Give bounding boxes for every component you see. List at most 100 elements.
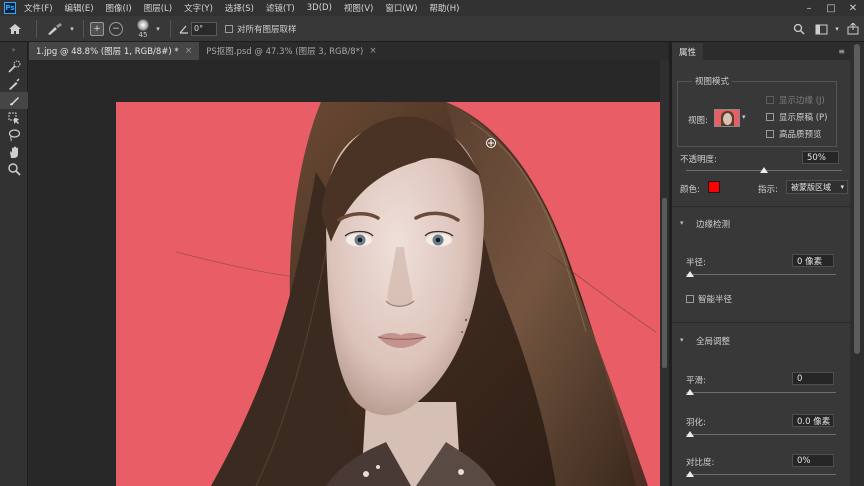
high-quality-preview-label: 高品质预览 xyxy=(779,130,822,140)
workspace-chevron-down-icon[interactable]: ▾ xyxy=(832,16,842,42)
search-icon[interactable] xyxy=(788,16,810,42)
tab-properties[interactable]: 属性 xyxy=(672,43,704,60)
show-edges-checkbox[interactable] xyxy=(766,96,774,104)
indicate-label: 指示: xyxy=(758,185,778,195)
close-tab-icon[interactable]: × xyxy=(369,46,377,56)
options-bar: ▾ + − 45 ▾ 0° 对所有图层取样 ▾ xyxy=(0,16,864,42)
canvas-scrollbar-thumb[interactable] xyxy=(662,198,667,368)
smooth-input[interactable]: 0 xyxy=(792,372,834,385)
radius-input[interactable]: 0 像素 xyxy=(792,254,834,267)
panel-tab-bar: 属性 ≡ xyxy=(672,42,850,60)
zoom-tool-icon[interactable] xyxy=(0,160,28,177)
show-original-checkbox[interactable] xyxy=(766,113,774,121)
high-quality-preview-checkbox[interactable] xyxy=(766,130,774,138)
document-tab-bar: 1.jpg @ 48.8% (图层 1, RGB/8#) * × PS抠图.ps… xyxy=(29,42,668,60)
feather-label: 羽化: xyxy=(686,418,706,428)
subtract-from-selection-icon[interactable]: − xyxy=(109,21,123,36)
portrait-photo xyxy=(116,102,660,486)
canvas-area[interactable] xyxy=(29,60,660,486)
radius-slider-knob[interactable] xyxy=(686,271,694,277)
maximize-button[interactable]: □ xyxy=(820,0,842,16)
menu-view[interactable]: 视图(V) xyxy=(344,2,373,14)
panel-scrollbar-thumb[interactable] xyxy=(854,44,860,354)
menu-filter[interactable]: 滤镜(T) xyxy=(266,2,295,14)
refine-edge-brush-tool-icon[interactable] xyxy=(0,75,28,92)
canvas-vertical-scrollbar[interactable] xyxy=(660,60,669,486)
hand-tool-icon[interactable] xyxy=(0,143,28,160)
separator xyxy=(170,19,171,38)
menu-image[interactable]: 图像(I) xyxy=(106,2,132,14)
sample-all-layers-checkbox[interactable]: 对所有图层取样 xyxy=(225,23,297,35)
global-refine-chevron-down-icon[interactable]: ▾ xyxy=(680,336,684,344)
brush-tip-icon xyxy=(137,18,149,31)
share-icon[interactable] xyxy=(842,16,864,42)
workspace-icon[interactable] xyxy=(810,16,832,42)
smooth-slider-track[interactable] xyxy=(686,392,836,393)
radius-label: 半径: xyxy=(686,258,706,268)
menu-3d[interactable]: 3D(D) xyxy=(307,3,332,13)
brush-chevron-down-icon[interactable]: ▾ xyxy=(152,16,164,42)
home-icon[interactable] xyxy=(0,16,30,42)
feather-slider-knob[interactable] xyxy=(686,431,694,437)
color-label: 颜色: xyxy=(680,185,700,195)
menu-window[interactable]: 窗口(W) xyxy=(385,2,417,14)
feather-slider-track[interactable] xyxy=(686,434,836,435)
thumbnail-face xyxy=(723,113,732,125)
smooth-slider-knob[interactable] xyxy=(686,389,694,395)
panel-vertical-scrollbar[interactable] xyxy=(850,42,864,486)
contrast-slider-knob[interactable] xyxy=(686,471,694,477)
menu-bar: Ps 文件(F) 编辑(E) 图像(I) 图层(L) 文字(Y) 选择(S) 滤… xyxy=(0,0,864,16)
smart-radius-checkbox[interactable] xyxy=(686,295,694,303)
window-controls: – □ ✕ xyxy=(798,0,864,16)
edge-detection-title[interactable]: 边缘检测 xyxy=(696,218,730,230)
radius-slider-track[interactable] xyxy=(686,274,836,275)
contrast-input[interactable]: 0% xyxy=(792,454,834,467)
opacity-input[interactable]: 50% xyxy=(802,151,839,164)
tool-bar: » xyxy=(0,42,28,486)
view-label: 视图: xyxy=(688,116,708,126)
opacity-label: 不透明度: xyxy=(680,155,717,165)
menu-file[interactable]: 文件(F) xyxy=(24,2,53,14)
separator xyxy=(36,19,37,38)
refine-brush-tool-icon[interactable] xyxy=(43,16,67,42)
feather-input[interactable]: 0.0 像素 xyxy=(792,414,834,427)
angle-input[interactable]: 0° xyxy=(191,21,217,36)
document-canvas[interactable] xyxy=(116,102,660,486)
close-tab-icon[interactable]: × xyxy=(185,46,193,56)
contrast-slider-track[interactable] xyxy=(686,474,836,475)
photoshop-logo-icon: Ps xyxy=(4,2,16,14)
panel-menu-icon[interactable]: ≡ xyxy=(838,47,845,56)
menu-select[interactable]: 选择(S) xyxy=(225,2,254,14)
options-right-group: ▾ xyxy=(788,16,864,42)
document-tab-label: PS抠图.psd @ 47.3% (图层 3, RGB/8*) xyxy=(206,47,364,57)
brush-preset-picker[interactable]: 45 xyxy=(134,17,152,41)
close-button[interactable]: ✕ xyxy=(842,0,864,16)
menu-help[interactable]: 帮助(H) xyxy=(429,2,459,14)
minimize-button[interactable]: – xyxy=(798,0,820,16)
document-tab[interactable]: 1.jpg @ 48.8% (图层 1, RGB/8#) * × xyxy=(29,42,200,60)
indicate-chevron-down-icon: ▾ xyxy=(840,183,844,191)
opacity-slider-knob[interactable] xyxy=(760,167,768,173)
tool-preset-chevron-down-icon[interactable]: ▾ xyxy=(67,16,77,42)
object-selection-tool-icon[interactable] xyxy=(0,109,28,126)
menu-edit[interactable]: 编辑(E) xyxy=(65,2,94,14)
global-refine-title[interactable]: 全局调整 xyxy=(696,335,730,347)
indicate-value: 被蒙版区域 xyxy=(791,182,831,192)
smooth-label: 平滑: xyxy=(686,376,706,386)
edge-detection-chevron-down-icon[interactable]: ▾ xyxy=(680,219,684,227)
show-original-label: 显示原稿 (P) xyxy=(779,113,828,123)
brush-tool-icon[interactable] xyxy=(0,92,28,109)
lasso-tool-icon[interactable] xyxy=(0,126,28,143)
menu-type[interactable]: 文字(Y) xyxy=(184,2,213,14)
overlay-color-swatch[interactable] xyxy=(708,181,720,193)
add-to-selection-icon[interactable]: + xyxy=(90,21,104,36)
toolbar-collapse-icon[interactable]: » xyxy=(0,42,27,58)
document-tab[interactable]: PS抠图.psd @ 47.3% (图层 3, RGB/8*) × xyxy=(199,42,384,60)
view-mode-thumbnail[interactable] xyxy=(714,109,740,127)
indicate-select[interactable]: 被蒙版区域 ▾ xyxy=(786,180,848,194)
quick-selection-tool-icon[interactable] xyxy=(0,58,28,75)
show-edges-label: 显示边缘 (J) xyxy=(779,96,825,106)
view-mode-chevron-down-icon[interactable]: ▾ xyxy=(742,113,746,121)
sample-all-layers-label: 对所有图层取样 xyxy=(237,24,297,35)
menu-layer[interactable]: 图层(L) xyxy=(144,2,172,14)
